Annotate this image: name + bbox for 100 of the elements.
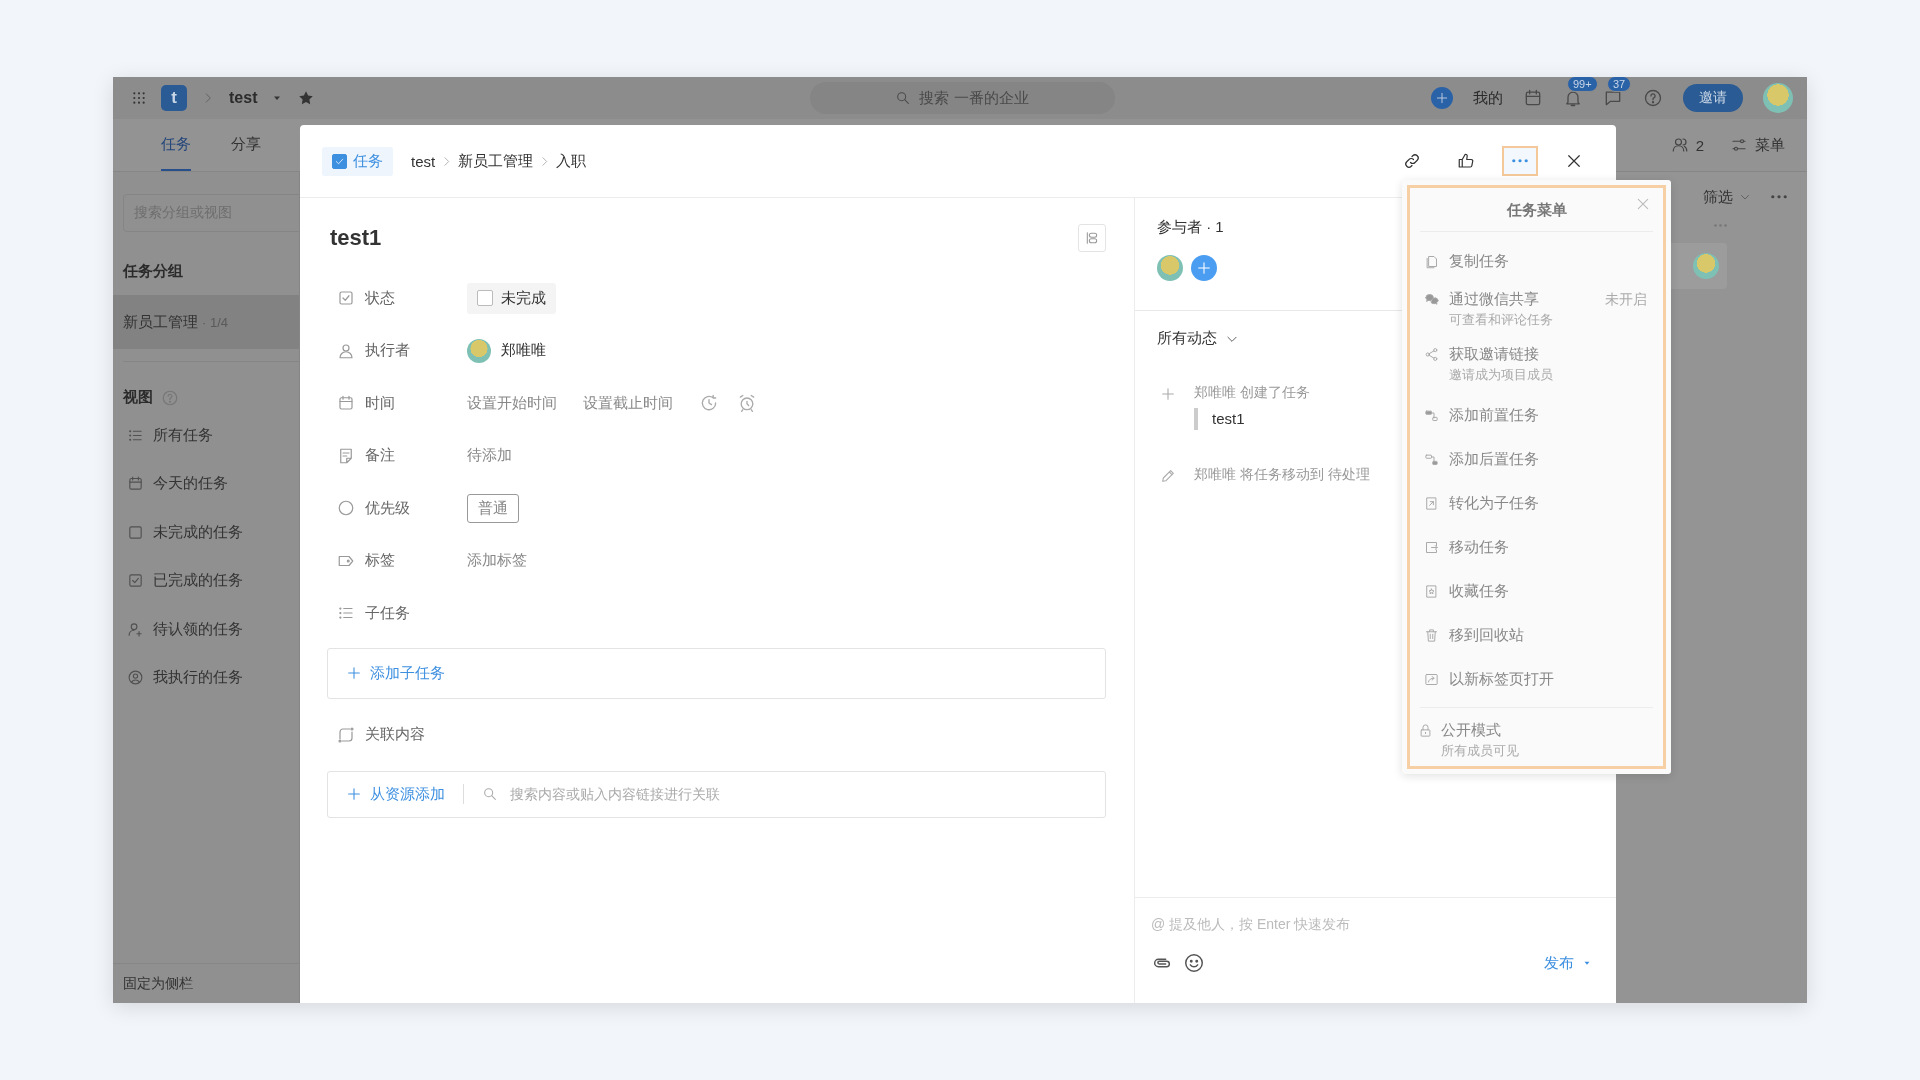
add-subtask-button[interactable]: 添加子任务 (327, 647, 1106, 699)
view-label: 所有任务 (153, 425, 213, 445)
pin-sidebar-link[interactable]: 固定为侧栏 (113, 963, 299, 1003)
menu-item[interactable]: 转化为子任务 (1418, 481, 1653, 525)
convert-icon (1424, 496, 1439, 511)
menu-item-label: 通过微信共享 (1449, 289, 1540, 309)
task-title[interactable]: test1 (330, 225, 382, 251)
menu-item-label: 添加前置任务 (1449, 405, 1540, 425)
menu-item[interactable]: 收藏任务 (1418, 569, 1653, 613)
menu-item[interactable]: 添加前置任务 (1418, 393, 1653, 437)
emoji-icon[interactable] (1183, 952, 1205, 974)
comment-field[interactable]: @ 提及他人，按 Enter 快速发布 (1151, 916, 1451, 932)
menu-link[interactable]: 菜单 (1755, 135, 1785, 155)
section-title: 视图 (123, 388, 153, 407)
sliders-icon[interactable] (1730, 136, 1748, 154)
menu-item-label: 收藏任务 (1449, 581, 1510, 601)
breadcrumb-link[interactable]: 新员工管理 (458, 151, 534, 171)
activity-filter-dropdown[interactable]: 所有动态 (1157, 329, 1239, 348)
share-icon (1424, 347, 1439, 362)
move-icon (1424, 540, 1439, 555)
more-icon[interactable] (1771, 195, 1787, 199)
menu-item[interactable]: 以新标签页打开 (1418, 657, 1653, 701)
publish-button[interactable]: 发布 (1544, 953, 1592, 973)
note-link[interactable]: 待添加 (467, 446, 512, 466)
mine-link[interactable]: 我的 (1473, 88, 1503, 108)
lock-icon (1418, 723, 1433, 738)
status-checkbox[interactable] (477, 290, 493, 307)
menu-title: 任务菜单 (1506, 201, 1567, 220)
assignee-name[interactable]: 郑唯唯 (501, 341, 546, 361)
trash-icon (1424, 628, 1439, 643)
add-participant-button[interactable] (1191, 255, 1217, 281)
add-button[interactable] (1431, 87, 1453, 109)
view-label: 我执行的任务 (153, 668, 243, 688)
menu-item[interactable]: 移到回收站 (1418, 613, 1653, 657)
apps-grid-icon[interactable] (131, 90, 147, 106)
precedent-task-icon (1424, 408, 1439, 423)
help-icon[interactable] (161, 388, 179, 407)
menu-item[interactable]: 移动任务 (1418, 525, 1653, 569)
field-label: 关联内容 (365, 725, 425, 744)
members-icon[interactable] (1670, 136, 1689, 154)
circle-icon (337, 499, 355, 518)
message-count: 37 (1607, 77, 1632, 92)
search-icon (895, 90, 912, 106)
menu-item-label: 添加后置任务 (1449, 449, 1540, 469)
add-tag-link[interactable]: 添加标签 (467, 551, 527, 571)
menu-item-label: 转化为子任务 (1449, 493, 1540, 513)
plus-icon (346, 665, 362, 681)
pencil-icon (1160, 468, 1176, 484)
invite-button[interactable]: 邀请 (1683, 84, 1743, 112)
participants-title: 参与者 · 1 (1157, 218, 1225, 237)
menu-item[interactable]: 复制任务 (1418, 239, 1653, 283)
status-toggle[interactable]: 未完成 (467, 282, 556, 314)
field-label: 子任务 (365, 603, 410, 623)
plus-icon (1160, 386, 1176, 402)
subsequent-task-icon (1424, 452, 1439, 467)
member-count: 2 (1695, 136, 1704, 154)
menu-item-hint: 邀请成为项目成员 (1449, 366, 1554, 384)
checkbox-icon (337, 289, 355, 308)
menu-item-label: 复制任务 (1449, 251, 1510, 271)
related-icon (337, 725, 355, 744)
view-label: 未完成的任务 (153, 522, 243, 542)
favorite-icon (1424, 584, 1439, 599)
priority-button[interactable]: 普通 (467, 493, 519, 523)
project-name[interactable]: test (229, 89, 258, 107)
person-plus-icon (127, 620, 144, 638)
breadcrumb-link[interactable]: test (411, 152, 436, 170)
calendar-icon (127, 475, 144, 493)
person-icon (337, 341, 355, 360)
add-from-resource-button[interactable]: 从资源添加 (346, 784, 445, 804)
group-name: 新员工管理 (123, 312, 198, 332)
close-icon (1565, 152, 1583, 170)
copy-icon (1424, 254, 1439, 269)
menu-item-label: 公开模式 (1441, 720, 1502, 740)
field-label: 状态 (365, 288, 395, 308)
alarm-icon[interactable] (737, 393, 757, 414)
section-title: 任务分组 (122, 262, 184, 281)
task-type-tag: 任务 (322, 146, 393, 176)
breadcrumb-link[interactable]: 入职 (556, 151, 587, 171)
menu-item[interactable]: 添加后置任务 (1418, 437, 1653, 481)
menu-item[interactable]: 获取邀请链接 邀请成为项目成员 (1418, 338, 1653, 393)
view-label: 今天的任务 (153, 474, 228, 494)
menu-item-label: 移动任务 (1449, 537, 1510, 557)
menu-item[interactable]: 通过微信共享 可查看和评论任务 未开启 (1418, 283, 1653, 338)
activity-text: 郑唯唯 创建了任务 (1194, 384, 1310, 402)
due-time-link[interactable]: 设置截止时间 (583, 393, 673, 413)
help-icon[interactable] (1643, 88, 1663, 108)
filter-link[interactable]: 筛选 (1703, 187, 1733, 207)
resource-search-field[interactable]: 从资源添加 搜索内容或贴入内容链接进行关联 (327, 770, 1106, 818)
checked-box-icon (127, 572, 144, 590)
more-button[interactable] (1502, 146, 1538, 176)
field-label: 执行者 (365, 341, 410, 361)
calendar-icon[interactable] (1523, 88, 1543, 108)
layout-toggle-button[interactable] (1078, 224, 1106, 252)
star-icon[interactable] (297, 89, 316, 107)
start-time-link[interactable]: 设置开始时间 (467, 393, 557, 413)
public-mode-item[interactable]: 公开模式 所有成员可见 (1402, 708, 1671, 762)
view-tab[interactable]: 分享 (231, 119, 261, 171)
assignee-avatar (467, 338, 491, 363)
status-text: 未开启 (1605, 290, 1647, 309)
app-logo[interactable]: t (161, 85, 187, 111)
